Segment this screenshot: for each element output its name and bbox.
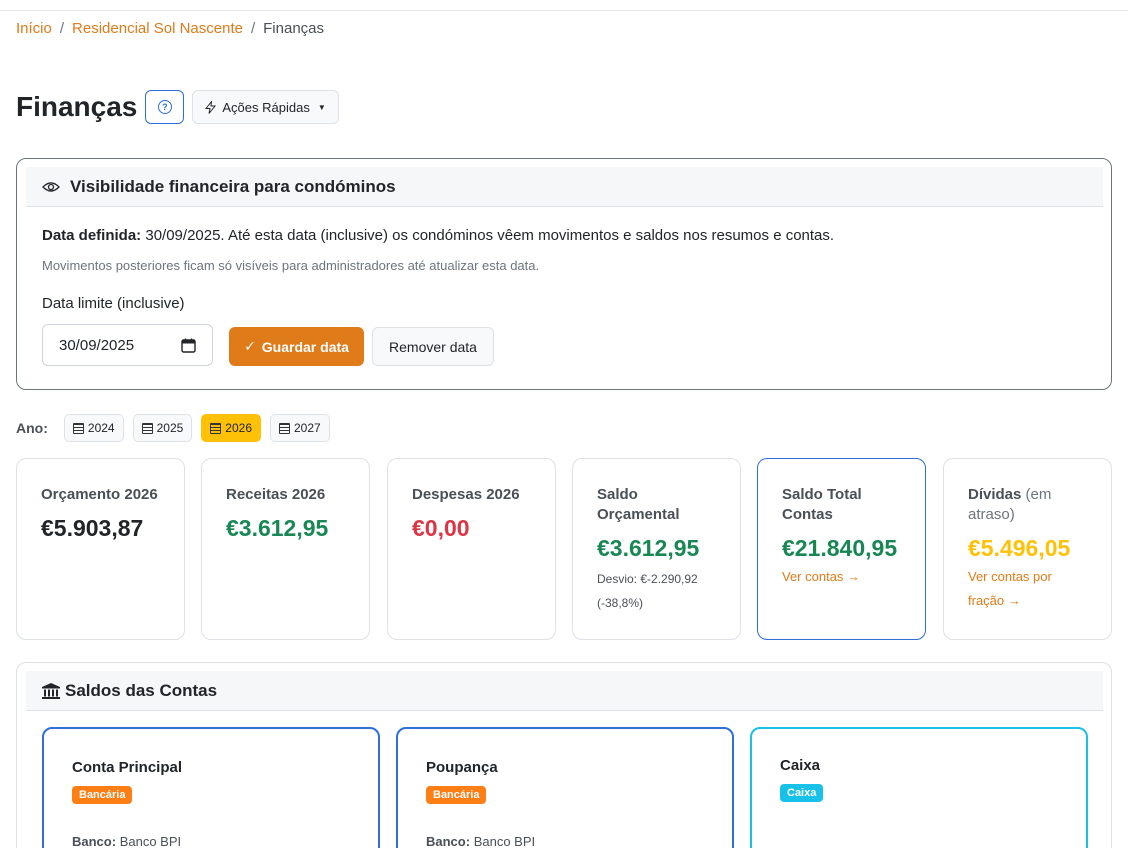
stat-value: €3.612,95 bbox=[597, 535, 700, 561]
breadcrumb-separator: / bbox=[250, 20, 256, 37]
account-name: Conta Principal bbox=[72, 759, 183, 776]
bank-label: Banco: bbox=[426, 834, 471, 848]
stat-label: Despesas 2026 bbox=[412, 486, 520, 503]
stat-value: €21.840,95 bbox=[782, 535, 898, 561]
visibility-title: Visibilidade financeira para condóminos bbox=[70, 176, 396, 196]
bank-icon bbox=[42, 682, 60, 699]
year-button-label: 2026 bbox=[225, 421, 252, 435]
account-balances-header: Saldos das Contas bbox=[26, 671, 1103, 711]
question-icon: ? bbox=[157, 100, 172, 114]
stat-label: Saldo Total Contas bbox=[782, 486, 862, 523]
year-button-label: 2024 bbox=[87, 421, 115, 435]
year-button-label: 2025 bbox=[156, 421, 184, 435]
breadcrumb-home-link[interactable]: Início bbox=[16, 20, 52, 37]
bank-name: Banco BPI bbox=[473, 834, 536, 848]
stat-label: Orçamento 2026 bbox=[41, 486, 158, 503]
help-button[interactable]: ? bbox=[145, 90, 185, 124]
account-bank: Banco: Banco BPI bbox=[426, 834, 704, 848]
visibility-defined-date: Data definida: 30/09/2025. Até esta data… bbox=[42, 227, 834, 244]
page-title: Finanças bbox=[16, 91, 138, 122]
visibility-card: Visibilidade financeira para condóminos … bbox=[16, 158, 1112, 390]
account-name: Poupança bbox=[426, 759, 498, 776]
stat-value: €3.612,95 bbox=[226, 515, 329, 541]
save-date-button[interactable]: ✓ Guardar data bbox=[229, 327, 364, 366]
account-balances-card: Saldos das Contas Conta Principal Bancár… bbox=[16, 662, 1112, 848]
bank-label: Banco: bbox=[72, 834, 117, 848]
year-button-2025[interactable]: 2025 bbox=[132, 414, 193, 442]
stat-value: €0,00 bbox=[412, 515, 470, 541]
caret-down-icon: ▼ bbox=[317, 102, 326, 112]
check-icon: ✓ bbox=[244, 338, 256, 354]
calendar-icon bbox=[279, 422, 290, 434]
account-type-badge: Caixa bbox=[780, 784, 824, 802]
year-button-2026[interactable]: 2026 bbox=[201, 414, 261, 442]
visibility-card-header: Visibilidade financeira para condóminos bbox=[26, 167, 1103, 207]
stat-label: Dívidas (em atraso) bbox=[968, 485, 1087, 525]
visibility-note: Movimentos posteriores ficam só visíveis… bbox=[42, 258, 540, 273]
stat-deviation: Desvio: €-2.290,92 (-38,8%) bbox=[597, 572, 698, 610]
lightning-icon bbox=[205, 100, 217, 114]
stat-value: €5.496,05 bbox=[968, 535, 1071, 561]
defined-date-text: 30/09/2025. Até esta data (inclusive) os… bbox=[145, 227, 835, 244]
year-button-label: 2027 bbox=[294, 421, 321, 435]
quick-actions-label: Ações Rápidas bbox=[222, 99, 310, 115]
eye-icon bbox=[42, 181, 60, 192]
account-type-badge: Bancária bbox=[72, 786, 133, 804]
account-type-badge: Bancária bbox=[426, 786, 487, 804]
date-limit-label: Data limite (inclusive) bbox=[42, 295, 185, 312]
view-fraction-accounts-link[interactable]: Ver contas por fração → bbox=[968, 565, 1087, 613]
calendar-icon bbox=[210, 422, 222, 434]
save-date-label: Guardar data bbox=[261, 338, 349, 355]
stat-value: €5.903,87 bbox=[41, 515, 144, 541]
defined-date-label: Data definida: bbox=[42, 227, 142, 244]
year-button-2024[interactable]: 2024 bbox=[63, 414, 124, 442]
breadcrumb-current: Finanças bbox=[263, 20, 325, 37]
account-bank: Banco: Banco BPI bbox=[72, 834, 350, 848]
stat-card-budget: Orçamento 2026 €5.903,87 bbox=[16, 458, 185, 640]
date-limit-input[interactable]: 30/09/2025 bbox=[42, 324, 213, 366]
year-button-2027[interactable]: 2027 bbox=[270, 414, 330, 442]
breadcrumb-separator: / bbox=[59, 20, 65, 37]
calendar-icon[interactable] bbox=[181, 338, 196, 353]
bank-name: Banco BPI bbox=[119, 834, 182, 848]
date-limit-value: 30/09/2025 bbox=[59, 336, 135, 354]
top-navbar bbox=[0, 0, 1128, 11]
account-card-main[interactable]: Conta Principal Bancária Banco: Banco BP… bbox=[42, 727, 380, 848]
stat-card-total-balance[interactable]: Saldo Total Contas €21.840,95 Ver contas… bbox=[757, 458, 926, 640]
account-card-cash[interactable]: Caixa Caixa bbox=[750, 727, 1088, 848]
stat-card-debts: Dívidas (em atraso) €5.496,05 Ver contas… bbox=[943, 458, 1112, 640]
stat-card-budget-balance: Saldo Orçamental €3.612,95 Desvio: €-2.2… bbox=[572, 458, 741, 640]
remove-date-button[interactable]: Remover data bbox=[372, 327, 494, 366]
year-label: Ano: bbox=[16, 420, 48, 436]
calendar-icon bbox=[141, 422, 153, 434]
year-selector: Ano: 2024 2025 2026 2027 bbox=[16, 414, 330, 442]
account-balances-title: Saldos das Contas bbox=[65, 680, 218, 700]
stat-card-income: Receitas 2026 €3.612,95 bbox=[201, 458, 370, 640]
stat-label: Saldo Orçamental bbox=[597, 486, 680, 523]
calendar-icon bbox=[72, 422, 84, 434]
quick-actions-button[interactable]: Ações Rápidas ▼ bbox=[192, 90, 339, 124]
account-card-savings[interactable]: Poupança Bancária Banco: Banco BPI bbox=[396, 727, 734, 848]
stat-card-expenses: Despesas 2026 €0,00 bbox=[387, 458, 556, 640]
breadcrumb-condo-link[interactable]: Residencial Sol Nascente bbox=[72, 20, 243, 37]
title-row: Finanças ? Ações Rápidas ▼ bbox=[16, 90, 339, 124]
breadcrumb: Início / Residencial Sol Nascente / Fina… bbox=[16, 20, 324, 37]
view-accounts-link[interactable]: Ver contas → bbox=[782, 565, 901, 589]
account-name: Caixa bbox=[780, 757, 821, 774]
stat-label: Receitas 2026 bbox=[226, 486, 326, 503]
debts-label: Dívidas bbox=[968, 486, 1022, 503]
